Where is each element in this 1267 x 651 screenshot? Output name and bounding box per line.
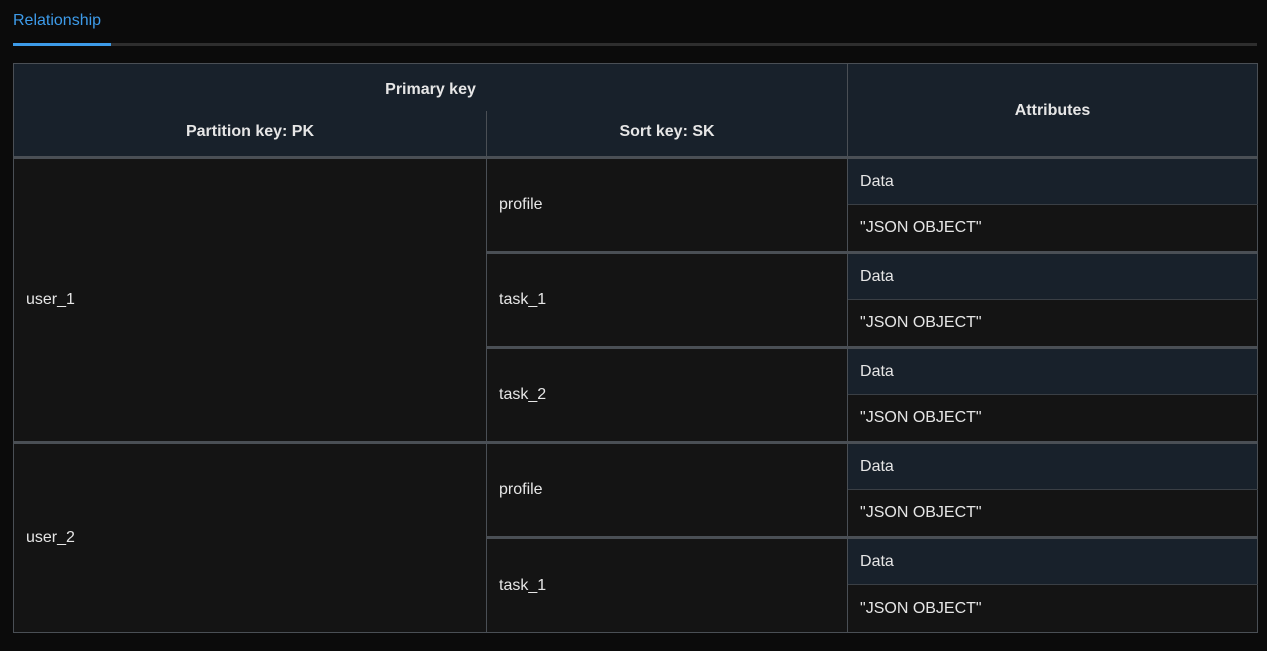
attribute-name-cell: Data [847,347,1259,395]
table-row: user_2 profile Data [13,442,1259,633]
partition-key-cell: user_1 [13,157,487,444]
sort-key-cell: task_2 [485,347,849,444]
active-tab-indicator [13,43,111,46]
sort-key-cell: profile [485,157,849,254]
tab-relationship[interactable]: Relationship [13,10,101,46]
attribute-value-cell: "JSON OBJECT" [847,204,1259,254]
attributes-header: Attributes [847,63,1259,159]
attribute-value-cell: "JSON OBJECT" [847,584,1259,633]
attribute-name-cell: Data [847,157,1259,205]
attribute-value-cell: "JSON OBJECT" [847,299,1259,349]
attribute-value-cell: "JSON OBJECT" [847,489,1259,539]
partition-key-cell: user_2 [13,442,487,633]
table-row: user_1 profile Data [13,157,1259,444]
relationship-table: Primary key Attributes Partition key: PK… [12,63,1259,633]
tab-bar: Relationship [13,0,1257,46]
table-body: user_1 profile Data "JSON OBJECT" task_1… [13,157,1259,633]
attribute-name-cell: Data [847,537,1259,585]
sort-key-cell: task_1 [485,537,849,633]
attribute-value-cell: "JSON OBJECT" [847,394,1259,444]
table-header: Primary key Attributes Partition key: PK… [12,63,1259,159]
partition-key-header: Partition key: PK [13,110,487,159]
sort-key-cell: task_1 [485,252,849,349]
sort-key-header: Sort key: SK [485,110,849,159]
attribute-name-cell: Data [847,442,1259,490]
primary-key-header: Primary key [12,63,849,111]
attribute-name-cell: Data [847,252,1259,300]
sort-key-cell: profile [485,442,849,539]
